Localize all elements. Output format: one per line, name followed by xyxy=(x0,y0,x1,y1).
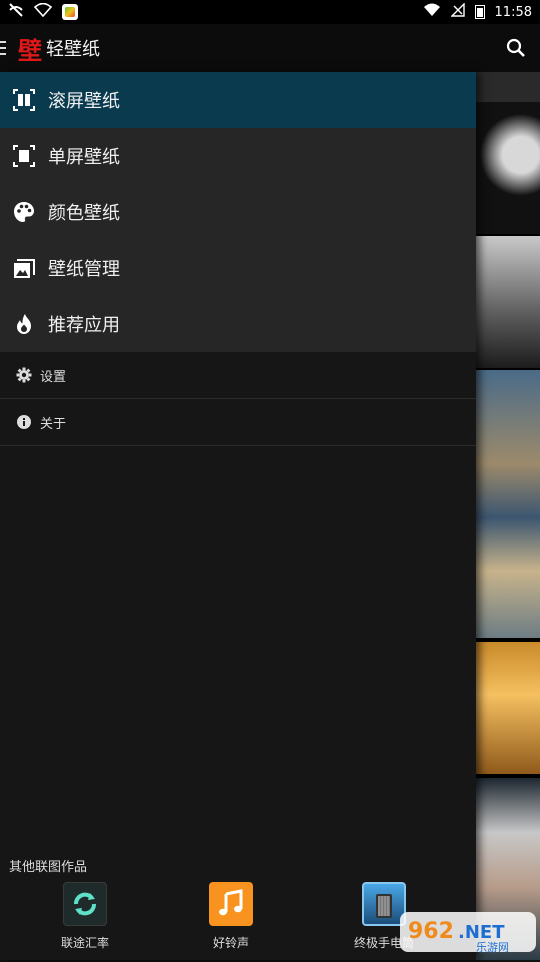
nav-item-label: 推荐应用 xyxy=(48,315,120,336)
settings-item[interactable]: 设置 xyxy=(0,352,476,399)
svg-text:乐游网: 乐游网 xyxy=(476,941,509,954)
nav-item-wallpaper-manage[interactable]: 壁纸管理 xyxy=(0,240,476,296)
about-label: 关于 xyxy=(40,416,67,432)
app-link-rate[interactable]: 联途汇率 xyxy=(35,882,135,951)
site-watermark-logo: 962 .NET 乐游网 xyxy=(398,908,538,956)
app-title: 轻壁纸 xyxy=(46,39,100,60)
drawer-main-menu: 滚屏壁纸 单屏壁纸 颜色壁纸 壁纸管理 推荐应用 xyxy=(0,72,476,352)
navigation-drawer: 滚屏壁纸 单屏壁纸 颜色壁纸 壁纸管理 推荐应用 设置 关于 其他联图作品 联途… xyxy=(0,72,476,960)
svg-text:.NET: .NET xyxy=(458,922,505,943)
gear-icon xyxy=(16,367,32,383)
flame-icon xyxy=(12,312,36,336)
palette-icon xyxy=(12,200,36,224)
wallpaper-thumb[interactable] xyxy=(476,370,540,638)
wallpaper-thumb[interactable] xyxy=(476,102,540,234)
wifi-icon xyxy=(423,3,441,21)
wallpaper-thumb[interactable] xyxy=(476,236,540,368)
svg-text:962: 962 xyxy=(408,919,454,944)
app-notification-icon xyxy=(62,4,78,20)
nav-item-label: 颜色壁纸 xyxy=(48,203,120,224)
wallpaper-thumb[interactable] xyxy=(476,72,540,102)
about-item[interactable]: 关于 xyxy=(0,399,476,446)
app-label: 联途汇率 xyxy=(60,936,109,950)
wifi-outline-icon xyxy=(33,2,53,21)
status-time: 11:58 xyxy=(494,4,532,20)
app-bar: 壁 轻壁纸 xyxy=(0,24,540,72)
wallpaper-grid xyxy=(476,72,540,960)
wallpaper-thumb[interactable] xyxy=(476,642,540,774)
image-icon xyxy=(12,256,36,280)
info-icon xyxy=(16,414,32,430)
nav-item-label: 单屏壁纸 xyxy=(48,147,120,168)
nav-item-label: 滚屏壁纸 xyxy=(48,91,120,112)
nav-item-color-wallpaper[interactable]: 颜色壁纸 xyxy=(0,184,476,240)
app-link-ringtone[interactable]: 好铃声 xyxy=(181,882,281,951)
search-icon[interactable] xyxy=(504,36,528,60)
nav-item-single-wallpaper[interactable]: 单屏壁纸 xyxy=(0,128,476,184)
single-wallpaper-icon xyxy=(12,144,36,168)
refresh-rate-icon xyxy=(63,882,107,926)
nav-item-label: 壁纸管理 xyxy=(48,259,120,280)
no-signal-icon xyxy=(8,2,24,22)
app-logo: 壁 xyxy=(18,35,42,65)
nav-item-scroll-wallpaper[interactable]: 滚屏壁纸 xyxy=(0,72,476,128)
battery-icon xyxy=(474,5,485,19)
nav-item-recommend-apps[interactable]: 推荐应用 xyxy=(0,296,476,352)
status-bar: 11:58 xyxy=(0,0,540,24)
scroll-wallpaper-icon xyxy=(12,88,36,112)
other-apps-title: 其他联图作品 xyxy=(9,860,88,875)
signal-icon xyxy=(449,2,465,21)
menu-icon[interactable] xyxy=(0,41,6,55)
app-label: 好铃声 xyxy=(212,936,249,950)
settings-label: 设置 xyxy=(40,369,67,385)
music-note-icon xyxy=(209,882,253,926)
